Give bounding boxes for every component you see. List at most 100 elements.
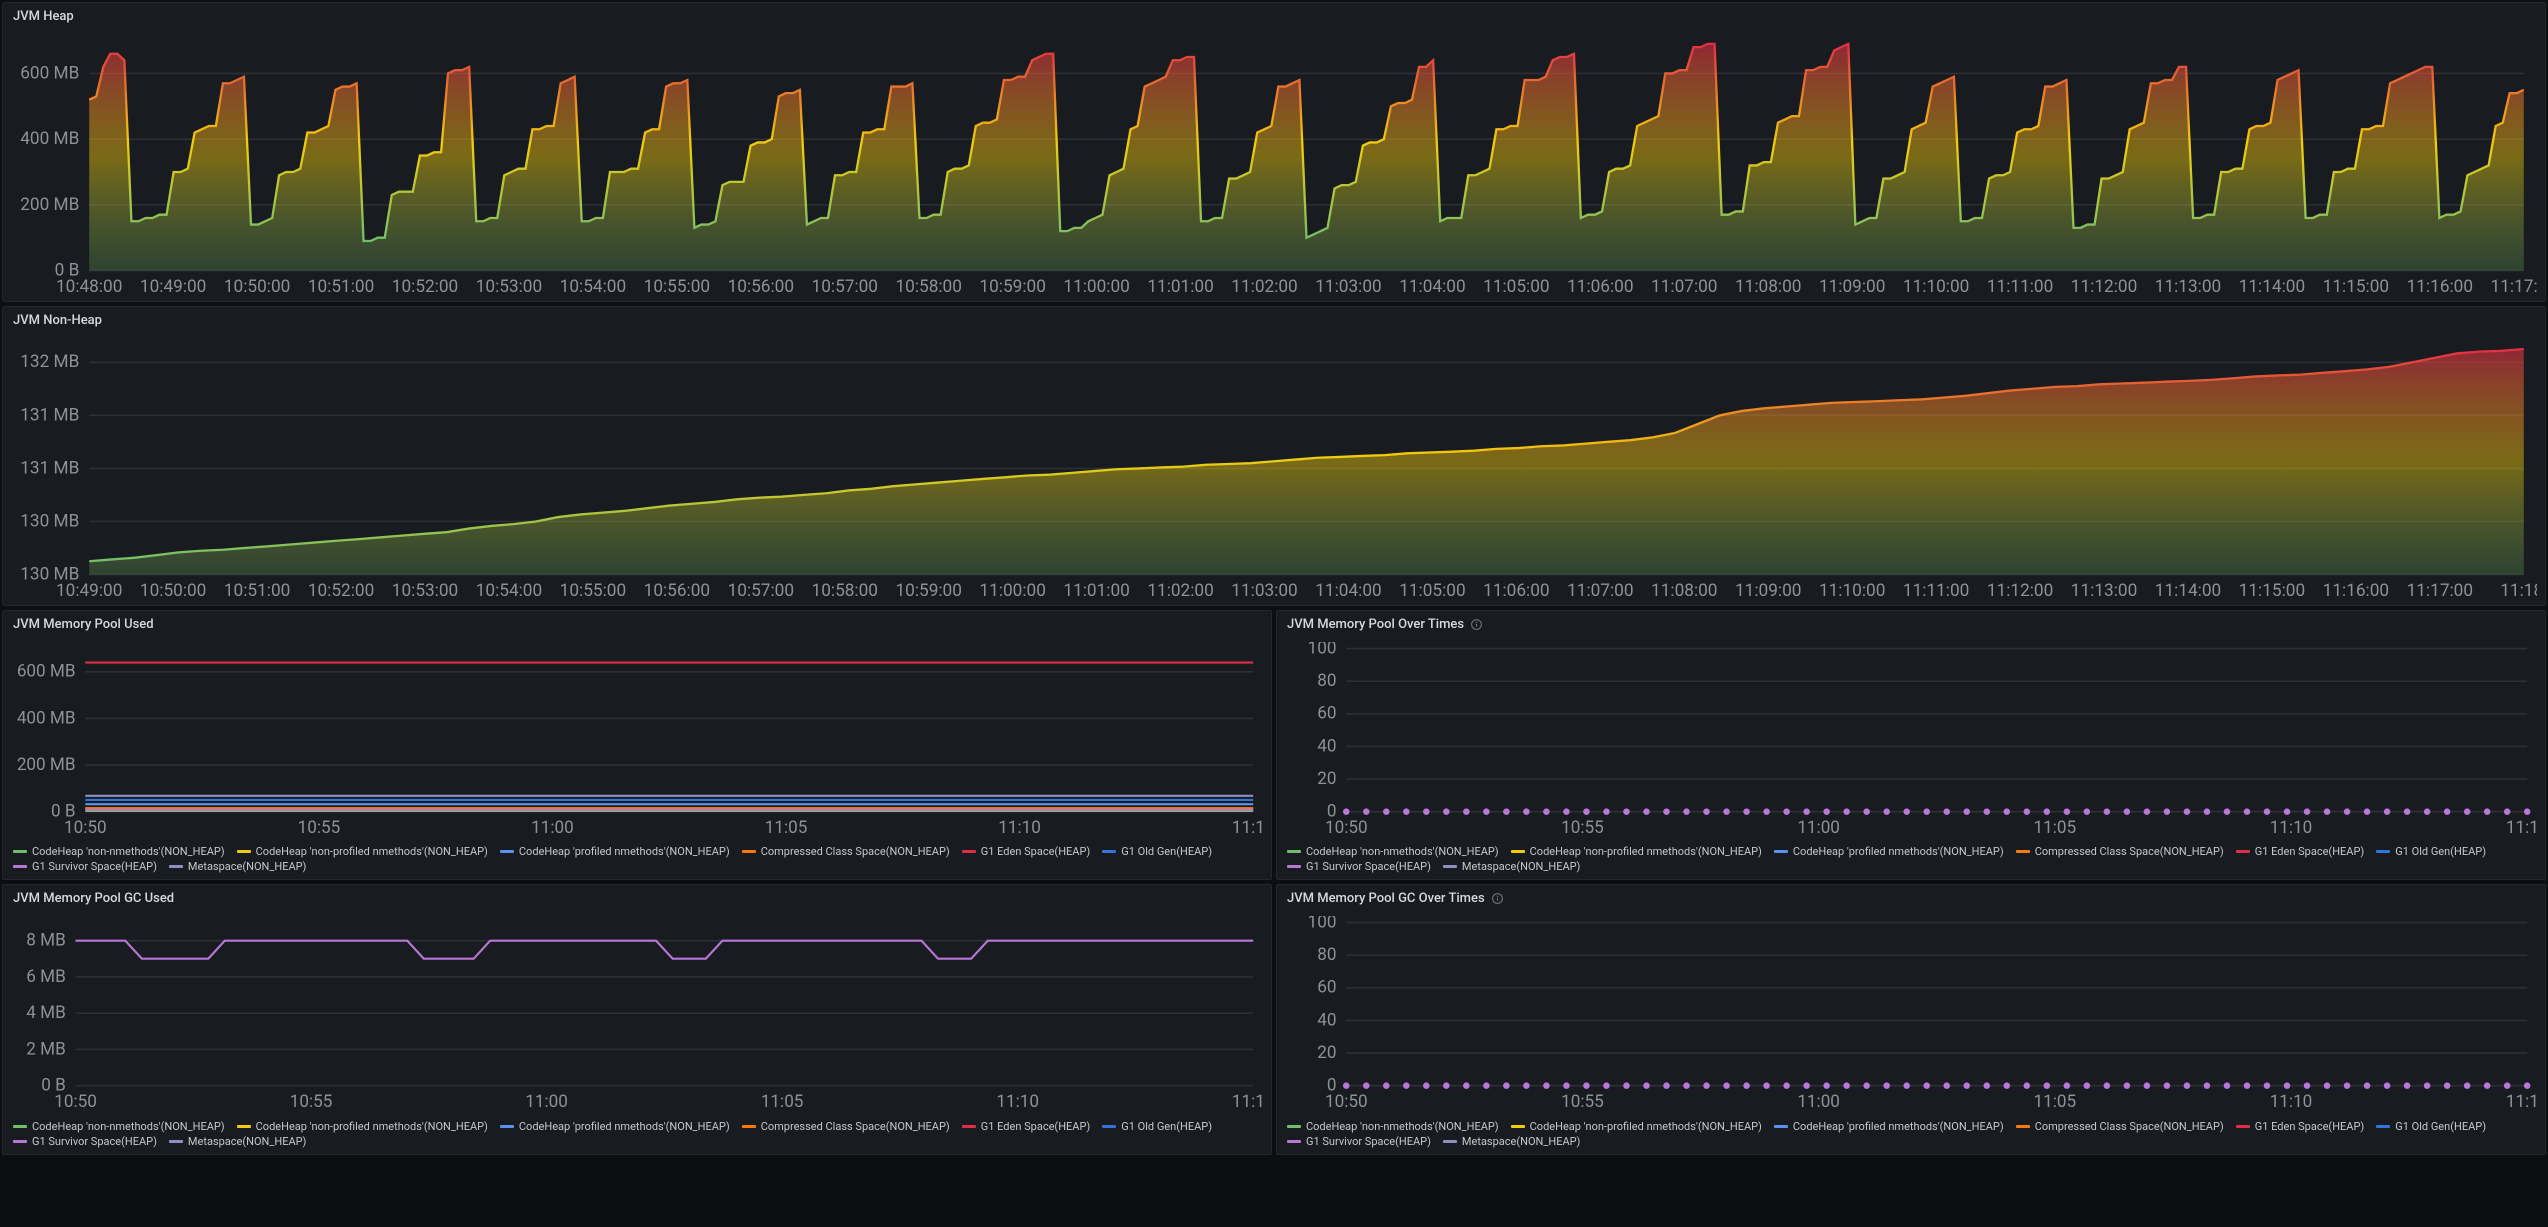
legend-item[interactable]: G1 Eden Space(HEAP) [962, 1120, 1090, 1133]
legend-item[interactable]: G1 Survivor Space(HEAP) [1287, 1135, 1431, 1148]
svg-text:10:50:00: 10:50:00 [224, 277, 290, 297]
legend-swatch [237, 850, 251, 853]
legend-item[interactable]: CodeHeap 'profiled nmethods'(NON_HEAP) [1774, 1120, 2004, 1133]
legend-item[interactable]: G1 Old Gen(HEAP) [1102, 845, 1212, 858]
legend-item[interactable]: Compressed Class Space(NON_HEAP) [742, 1120, 950, 1133]
svg-text:11:12:00: 11:12:00 [1987, 581, 2053, 601]
legend-swatch [1287, 1140, 1301, 1143]
legend-label: CodeHeap 'non-nmethods'(NON_HEAP) [32, 845, 225, 858]
legend-swatch [13, 1140, 27, 1143]
legend-item[interactable]: G1 Eden Space(HEAP) [2236, 845, 2364, 858]
legend-item[interactable]: Metaspace(NON_HEAP) [169, 1135, 306, 1148]
legend-item[interactable]: CodeHeap 'non-profiled nmethods'(NON_HEA… [237, 845, 488, 858]
legend-item[interactable]: CodeHeap 'non-profiled nmethods'(NON_HEA… [1511, 1120, 1762, 1133]
legend-label: G1 Eden Space(HEAP) [2255, 845, 2364, 858]
legend-swatch [1443, 1140, 1457, 1143]
legend-item[interactable]: G1 Old Gen(HEAP) [2376, 845, 2486, 858]
pool-over-chart[interactable]: 02040608010010:5010:5511:0011:0511:1011:… [1281, 642, 2537, 838]
legend-item[interactable]: CodeHeap 'profiled nmethods'(NON_HEAP) [500, 1120, 730, 1133]
svg-text:10:48:00: 10:48:00 [56, 277, 122, 297]
svg-text:11:07:00: 11:07:00 [1567, 581, 1633, 601]
svg-text:11:09:00: 11:09:00 [1735, 581, 1801, 601]
legend-label: G1 Survivor Space(HEAP) [1306, 860, 1431, 873]
svg-text:11:06:00: 11:06:00 [1483, 581, 1549, 601]
panel-title[interactable]: JVM Memory Pool GC Used [3, 885, 1271, 912]
legend-item[interactable]: CodeHeap 'non-nmethods'(NON_HEAP) [13, 845, 225, 858]
legend-item[interactable]: Metaspace(NON_HEAP) [169, 860, 306, 873]
svg-text:10:56:00: 10:56:00 [728, 277, 794, 297]
svg-text:10:55:00: 10:55:00 [644, 277, 710, 297]
svg-text:10:53:00: 10:53:00 [476, 277, 542, 297]
gc-over-chart[interactable]: 02040608010010:5010:5511:0011:0511:1011:… [1281, 916, 2537, 1112]
panel-title[interactable]: JVM Memory Pool Over Times [1277, 611, 2545, 638]
legend-label: G1 Survivor Space(HEAP) [32, 860, 157, 873]
svg-text:600 MB: 600 MB [17, 661, 76, 681]
legend-item[interactable]: Compressed Class Space(NON_HEAP) [2016, 845, 2224, 858]
svg-text:11:15:00: 11:15:00 [2323, 277, 2389, 297]
legend-item[interactable]: Compressed Class Space(NON_HEAP) [2016, 1120, 2224, 1133]
svg-text:11:09:00: 11:09:00 [1819, 277, 1885, 297]
svg-text:11:05: 11:05 [2034, 818, 2077, 838]
legend-swatch [2016, 850, 2030, 853]
legend-item[interactable]: G1 Eden Space(HEAP) [2236, 1120, 2364, 1133]
pool-used-chart[interactable]: 0 B200 MB400 MB600 MB10:5010:5511:0011:0… [7, 642, 1263, 838]
legend-item[interactable]: Metaspace(NON_HEAP) [1443, 1135, 1580, 1148]
svg-text:11:13:00: 11:13:00 [2155, 277, 2221, 297]
legend-item[interactable]: CodeHeap 'non-nmethods'(NON_HEAP) [13, 1120, 225, 1133]
panel-title[interactable]: JVM Non-Heap [3, 307, 2545, 334]
svg-text:131 MB: 131 MB [20, 458, 79, 478]
svg-text:10:54:00: 10:54:00 [476, 581, 542, 601]
legend-swatch [2376, 850, 2390, 853]
legend-label: G1 Old Gen(HEAP) [2395, 1120, 2486, 1133]
svg-text:10:53:00: 10:53:00 [392, 581, 458, 601]
title-text: JVM Memory Pool GC Over Times [1287, 891, 1485, 906]
legend-swatch [500, 1125, 514, 1128]
legend-label: CodeHeap 'profiled nmethods'(NON_HEAP) [1793, 845, 2004, 858]
legend-item[interactable]: G1 Eden Space(HEAP) [962, 845, 1090, 858]
legend-item[interactable]: CodeHeap 'non-nmethods'(NON_HEAP) [1287, 845, 1499, 858]
svg-text:11:14:00: 11:14:00 [2239, 277, 2305, 297]
svg-text:400 MB: 400 MB [20, 129, 79, 149]
info-icon[interactable] [1491, 892, 1504, 905]
legend-item[interactable]: CodeHeap 'non-profiled nmethods'(NON_HEA… [237, 1120, 488, 1133]
gc-used-chart[interactable]: 0 B2 MB4 MB6 MB8 MB10:5010:5511:0011:051… [7, 916, 1263, 1112]
svg-text:11:15: 11:15 [1232, 1092, 1263, 1112]
svg-text:100: 100 [1308, 642, 1337, 658]
svg-text:10:57:00: 10:57:00 [812, 277, 878, 297]
legend-label: G1 Eden Space(HEAP) [2255, 1120, 2364, 1133]
svg-text:11:04:00: 11:04:00 [1399, 277, 1465, 297]
legend-item[interactable]: CodeHeap 'non-profiled nmethods'(NON_HEA… [1511, 845, 1762, 858]
legend-item[interactable]: CodeHeap 'profiled nmethods'(NON_HEAP) [1774, 845, 2004, 858]
svg-text:80: 80 [1317, 945, 1336, 965]
heap-chart[interactable]: 0 B200 MB400 MB600 MB10:48:0010:49:0010:… [7, 34, 2537, 297]
svg-text:11:15:00: 11:15:00 [2239, 581, 2305, 601]
legend-item[interactable]: G1 Survivor Space(HEAP) [13, 1135, 157, 1148]
svg-text:11:16:00: 11:16:00 [2323, 581, 2389, 601]
legend-item[interactable]: G1 Survivor Space(HEAP) [13, 860, 157, 873]
info-icon[interactable] [1470, 618, 1483, 631]
legend-item[interactable]: G1 Old Gen(HEAP) [1102, 1120, 1212, 1133]
legend-item[interactable]: CodeHeap 'non-nmethods'(NON_HEAP) [1287, 1120, 1499, 1133]
panel-title[interactable]: JVM Memory Pool Used [3, 611, 1271, 638]
legend-item[interactable]: Metaspace(NON_HEAP) [1443, 860, 1580, 873]
legend-label: Metaspace(NON_HEAP) [188, 860, 306, 873]
svg-text:60: 60 [1317, 703, 1336, 723]
legend-label: CodeHeap 'non-nmethods'(NON_HEAP) [1306, 1120, 1499, 1133]
svg-text:11:03:00: 11:03:00 [1315, 277, 1381, 297]
legend-label: CodeHeap 'non-profiled nmethods'(NON_HEA… [256, 845, 488, 858]
legend-item[interactable]: CodeHeap 'profiled nmethods'(NON_HEAP) [500, 845, 730, 858]
legend-label: CodeHeap 'profiled nmethods'(NON_HEAP) [519, 845, 730, 858]
nonheap-chart[interactable]: 130 MB130 MB131 MB131 MB132 MB10:49:0010… [7, 338, 2537, 601]
legend-swatch [237, 1125, 251, 1128]
legend-item[interactable]: G1 Old Gen(HEAP) [2376, 1120, 2486, 1133]
legend-item[interactable]: G1 Survivor Space(HEAP) [1287, 860, 1431, 873]
legend-swatch [1287, 850, 1301, 853]
svg-text:11:00: 11:00 [531, 818, 574, 838]
svg-text:11:00: 11:00 [1797, 1092, 1840, 1112]
panel-title[interactable]: JVM Memory Pool GC Over Times [1277, 885, 2545, 912]
legend-item[interactable]: Compressed Class Space(NON_HEAP) [742, 845, 950, 858]
legend-label: CodeHeap 'profiled nmethods'(NON_HEAP) [519, 1120, 730, 1133]
panel-title[interactable]: JVM Heap [3, 3, 2545, 30]
legend-label: Compressed Class Space(NON_HEAP) [761, 845, 950, 858]
svg-text:11:17:00: 11:17:00 [2407, 581, 2473, 601]
